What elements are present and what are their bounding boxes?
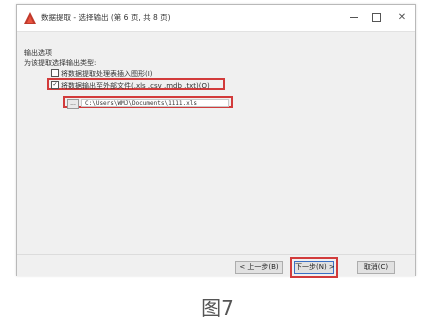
close-button[interactable]: ✕ <box>395 11 409 25</box>
checkbox-output-file[interactable]: ✓ <box>51 81 59 89</box>
option-output-file[interactable]: ✓ 将数据输出至外部文件(.xls .csv .mdb .txt)(O) <box>51 81 210 91</box>
section-subtitle: 为该提取选择输出类型: <box>24 59 97 67</box>
back-button[interactable]: < 上一步(B) <box>235 261 283 274</box>
option-output-file-label: 将数据输出至外部文件(.xls .csv .mdb .txt)(O) <box>61 82 210 90</box>
dialog-content: 输出选项 为该提取选择输出类型: 将数据提取处理表插入图形(I) ✓ 将数据输出至… <box>17 31 415 278</box>
cancel-button[interactable]: 取消(C) <box>357 261 395 274</box>
window-title: 数据提取 - 选择输出 (第 6 页, 共 8 页) <box>41 13 171 22</box>
file-path-input[interactable]: C:\Users\WMJ\Documents\1111.xls <box>81 99 229 107</box>
file-path-row: ... C:\Users\WMJ\Documents\1111.xls <box>63 96 233 109</box>
next-button[interactable]: 下一步(N) > <box>294 261 335 274</box>
minimize-button[interactable] <box>347 11 361 25</box>
checkbox-insert-table[interactable] <box>51 69 59 77</box>
maximize-button[interactable] <box>369 11 383 25</box>
maximize-icon <box>371 13 381 22</box>
section-title: 输出选项 <box>24 49 52 57</box>
data-extraction-window: 数据提取 - 选择输出 (第 6 页, 共 8 页) ✕ 输出选项 为该提取选择… <box>16 4 416 278</box>
title-bar: 数据提取 - 选择输出 (第 6 页, 共 8 页) ✕ <box>17 5 415 31</box>
option-insert-table-label: 将数据提取处理表插入图形(I) <box>61 70 153 78</box>
autocad-app-icon <box>24 12 36 24</box>
browse-button[interactable]: ... <box>67 99 79 109</box>
figure-caption: 图7 <box>201 296 234 320</box>
close-icon: ✕ <box>397 12 407 23</box>
minimize-icon <box>350 17 358 18</box>
bottom-divider <box>17 254 415 255</box>
